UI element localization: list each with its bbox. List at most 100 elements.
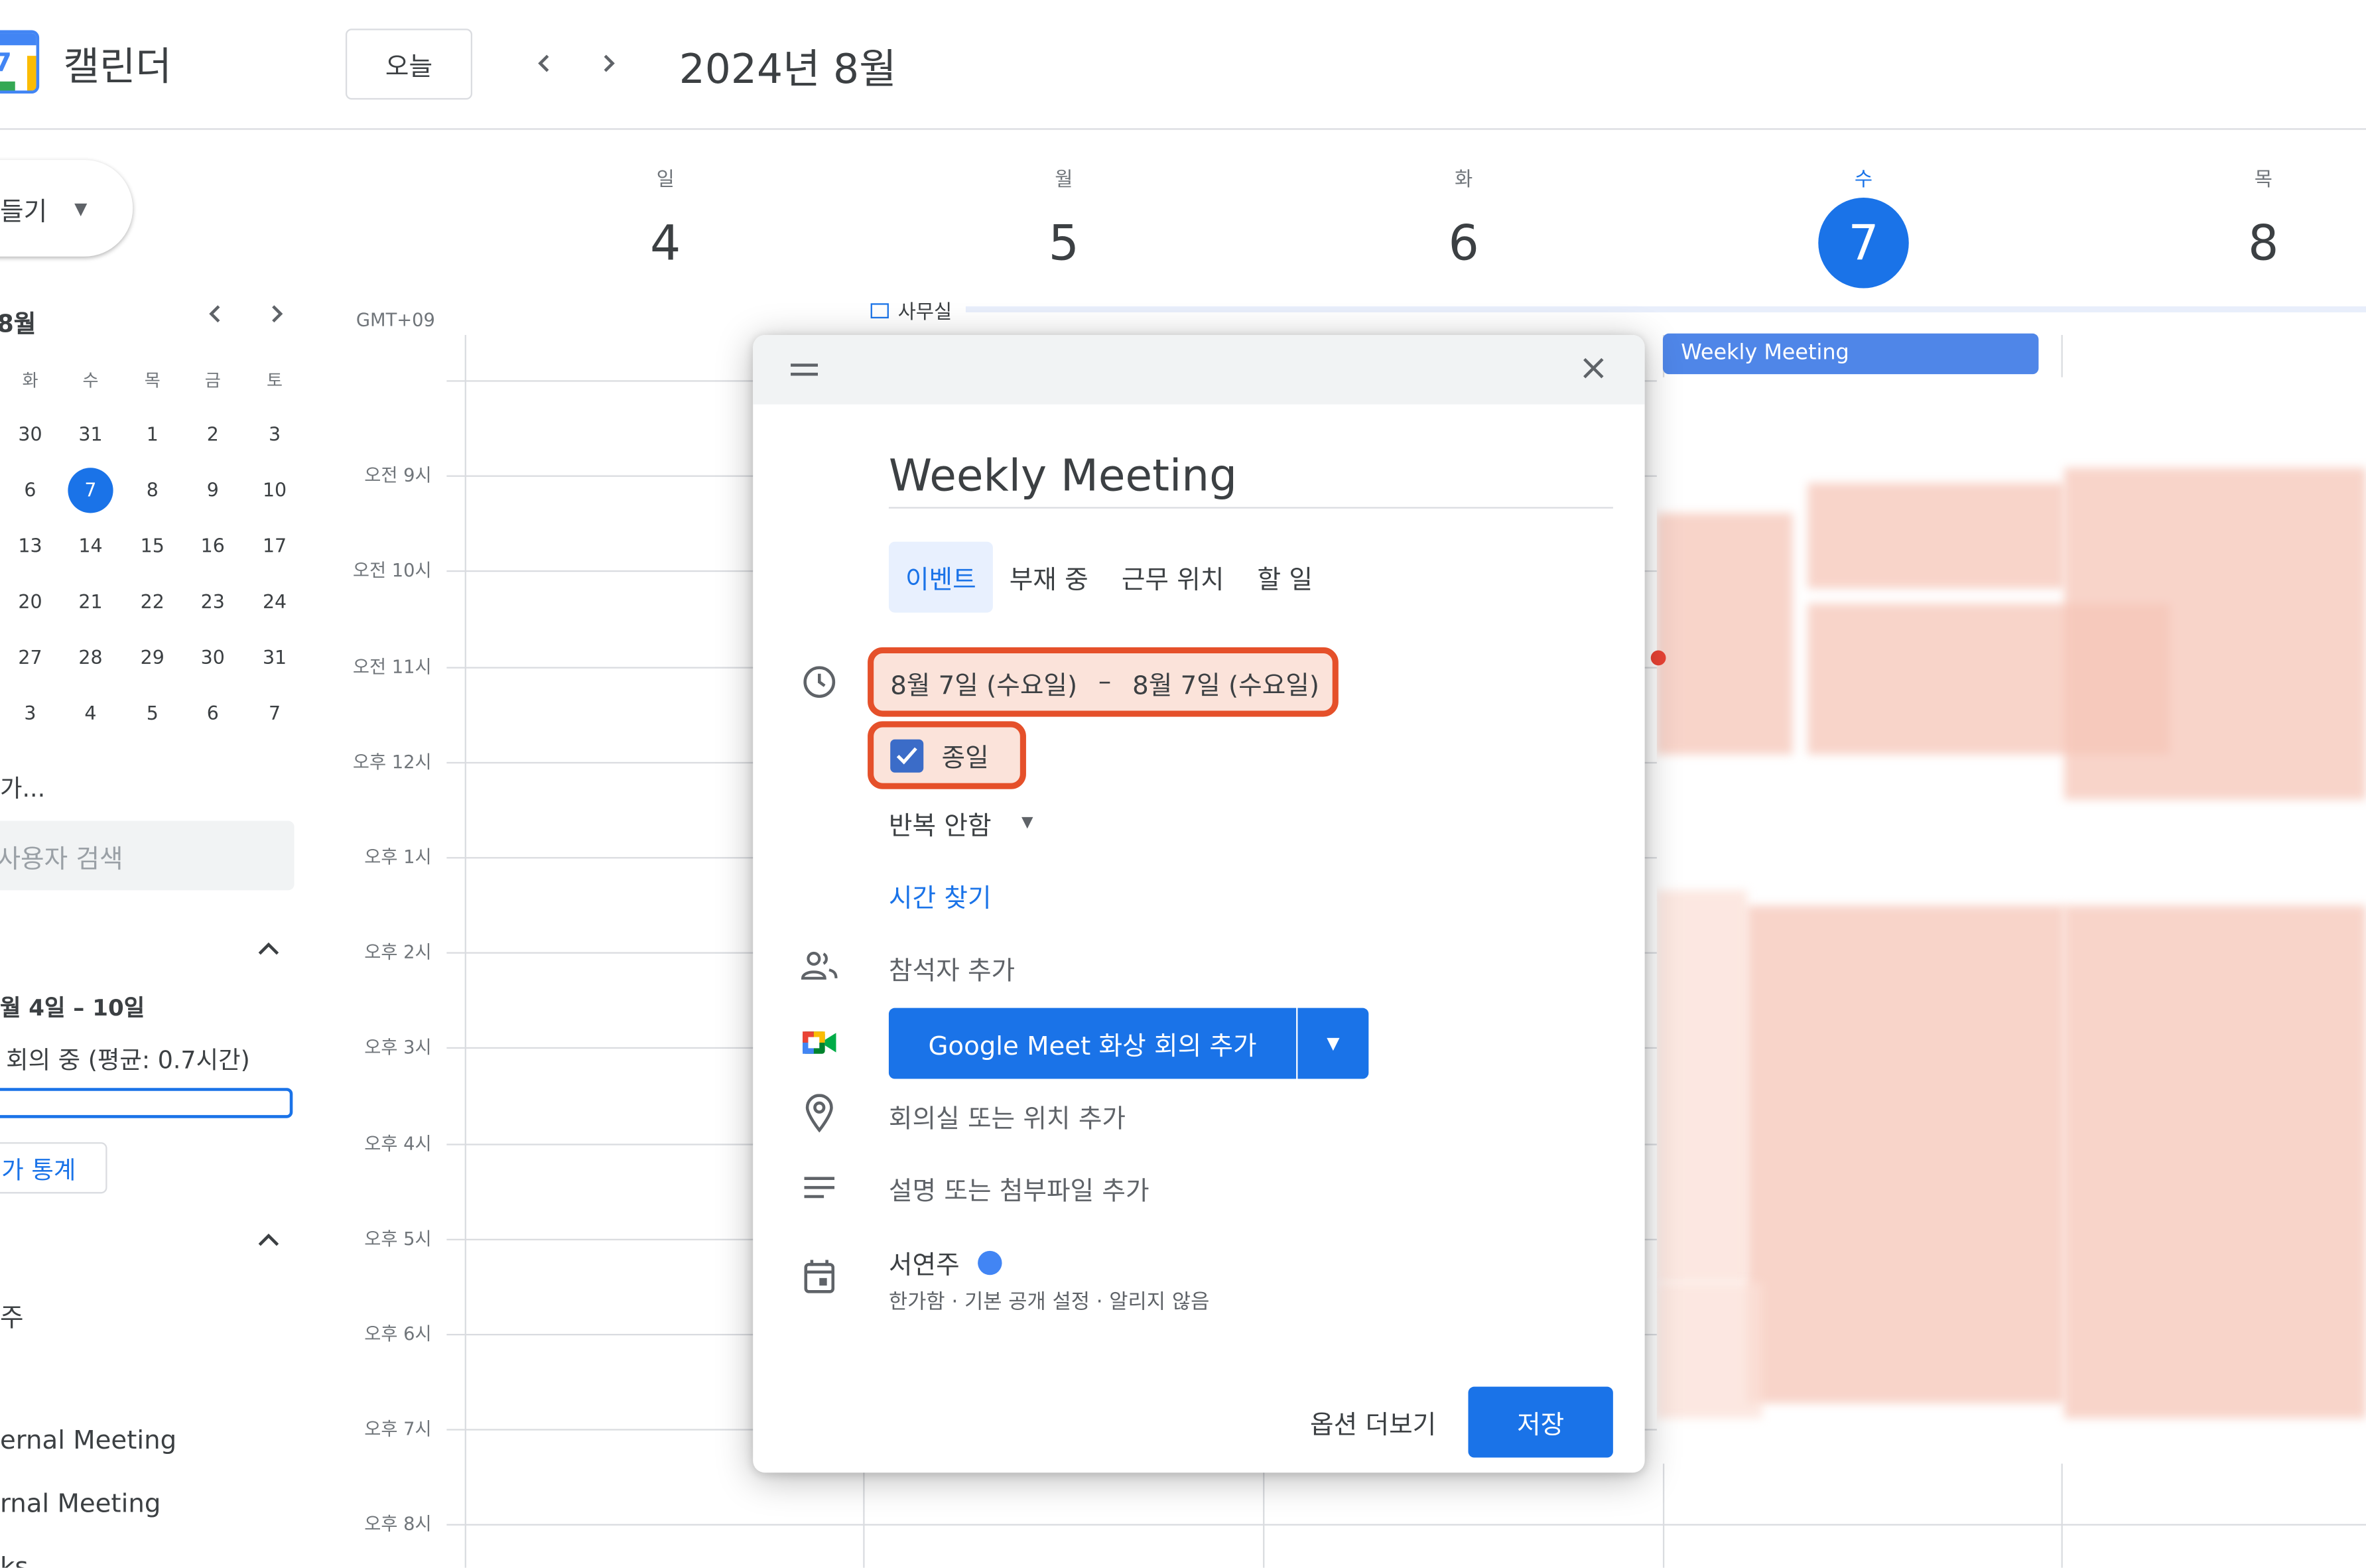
add-other-calendars[interactable]: 가...	[0, 768, 45, 805]
insights-range: 월 4일 – 10일	[0, 994, 145, 1022]
location-input[interactable]: 회의실 또는 위치 추가	[889, 1097, 1126, 1134]
calendar-owner[interactable]: 서연주	[889, 1244, 1002, 1281]
repeat-dropdown[interactable]: 반복 안함 ▼	[889, 805, 1033, 842]
day-number[interactable]: 7	[1818, 198, 1909, 289]
tab-3[interactable]: 할 일	[1240, 542, 1329, 613]
more-options-button[interactable]: 옵션 더보기	[1293, 1387, 1453, 1457]
mini-weekday-header: 목	[144, 369, 161, 391]
mini-day[interactable]: 7	[252, 691, 297, 736]
hour-label: 오후 3시	[364, 1036, 432, 1058]
hour-label: 오후 4시	[364, 1133, 432, 1155]
mini-day[interactable]: 21	[68, 580, 113, 625]
mini-day[interactable]: 5	[130, 691, 175, 736]
mini-day[interactable]: 16	[190, 523, 235, 568]
mini-day[interactable]: 3	[7, 691, 52, 736]
mini-prev-icon[interactable]	[207, 300, 225, 332]
calendar-list-item[interactable]: ernal Meeting	[0, 1426, 176, 1456]
mini-next-icon[interactable]	[267, 300, 285, 332]
chevron-right-icon[interactable]	[587, 42, 629, 85]
hour-label: 오후 7시	[364, 1418, 432, 1440]
mini-day[interactable]: 7	[68, 468, 113, 513]
close-icon[interactable]	[1575, 350, 1612, 387]
mini-day[interactable]: 1	[130, 412, 175, 457]
mini-day[interactable]: 6	[190, 691, 235, 736]
description-input[interactable]: 설명 또는 첨부파일 추가	[889, 1169, 1150, 1207]
day-number[interactable]: 6	[1404, 198, 1524, 288]
calendar-logo-icon[interactable]: 7	[0, 30, 40, 94]
more-stats-button[interactable]: 가 통계	[0, 1142, 107, 1194]
mini-day[interactable]: 15	[130, 523, 175, 568]
all-day-checkbox[interactable]	[890, 738, 924, 772]
mini-day[interactable]: 14	[68, 523, 113, 568]
guests-input[interactable]: 참석자 추가	[889, 949, 1015, 986]
search-people-input[interactable]: 사용자 검색	[0, 820, 295, 891]
timezone-label: GMT+09	[356, 309, 435, 331]
mini-day[interactable]: 31	[252, 635, 297, 681]
insights-progress-bar	[0, 1088, 293, 1118]
tab-1[interactable]: 부재 중	[993, 542, 1105, 613]
mini-day[interactable]: 2	[190, 412, 235, 457]
save-button[interactable]: 저장	[1468, 1386, 1613, 1458]
day-header[interactable]: 수7	[1804, 163, 1924, 289]
mini-day[interactable]: 28	[68, 635, 113, 681]
day-header[interactable]: 일4	[605, 163, 726, 289]
all-day-label: 종일	[941, 744, 989, 775]
mini-day[interactable]: 9	[190, 468, 235, 513]
tab-0[interactable]: 이벤트	[888, 541, 993, 613]
mini-day[interactable]: 13	[7, 523, 52, 568]
mini-day[interactable]: 10	[252, 468, 297, 513]
google-meet-button[interactable]: Google Meet 화상 회의 추가	[888, 1008, 1297, 1079]
calendar-list-item[interactable]: ks	[0, 1553, 29, 1568]
mini-day[interactable]: 23	[190, 580, 235, 625]
event-quick-create-dialog: Weekly Meeting 이벤트 부재 중 근무 위치 할 일 8월 7일 (수요…	[753, 335, 1645, 1473]
mini-day[interactable]: 29	[130, 635, 175, 681]
office-chip[interactable]: 사무실	[870, 296, 952, 324]
event-title-input[interactable]: Weekly Meeting	[888, 450, 1613, 509]
event-type-tabs: 이벤트 부재 중 근무 위치 할 일	[888, 541, 1329, 613]
create-button[interactable]: 들기 ▼	[0, 160, 133, 257]
mini-day[interactable]: 20	[7, 580, 52, 625]
chevron-up-icon[interactable]	[257, 935, 281, 964]
calendar-list-item[interactable]: 주	[0, 1296, 24, 1334]
mini-day[interactable]: 3	[252, 412, 297, 457]
hour-label: 오후 2시	[364, 941, 432, 963]
hour-label: 오후 1시	[364, 846, 432, 868]
mini-day[interactable]: 30	[190, 635, 235, 681]
hour-label: 오전 9시	[364, 464, 432, 486]
find-time-link[interactable]: 시간 찾기	[889, 877, 992, 914]
today-button[interactable]: 오늘	[345, 29, 473, 100]
end-date-button[interactable]: 8월 7일 (수요일)	[1132, 663, 1319, 700]
mini-day[interactable]: 6	[7, 468, 52, 513]
day-number[interactable]: 5	[1004, 198, 1124, 288]
mini-weekday-header: 수	[82, 369, 99, 391]
calendar-list-item[interactable]: rnal Meeting	[0, 1489, 161, 1519]
mini-day[interactable]: 27	[7, 635, 52, 681]
day-header[interactable]: 월5	[1004, 163, 1124, 289]
mini-day[interactable]: 22	[130, 580, 175, 625]
chevron-up-icon[interactable]	[257, 1226, 281, 1255]
tab-2[interactable]: 근무 위치	[1105, 542, 1241, 613]
day-of-week: 수	[1854, 168, 1873, 192]
mini-week-row: 27 28 29 30 31	[0, 635, 302, 672]
start-date-button[interactable]: 8월 7일 (수요일)	[890, 663, 1077, 700]
location-pin-icon	[801, 1094, 838, 1133]
mini-day[interactable]: 24	[252, 580, 297, 625]
chevron-left-icon[interactable]	[523, 42, 566, 85]
caret-down-icon: ▼	[74, 198, 88, 218]
event-chip-weekly-meeting[interactable]: Weekly Meeting	[1662, 333, 2039, 375]
mini-day[interactable]: 8	[130, 468, 175, 513]
mini-day[interactable]: 30	[7, 412, 52, 457]
meet-options-dropdown[interactable]: ▼	[1297, 1008, 1369, 1079]
caret-down-icon: ▼	[1021, 815, 1033, 832]
dialog-drag-bar[interactable]	[753, 335, 1645, 405]
mini-day[interactable]: 31	[68, 412, 113, 457]
day-header[interactable]: 화6	[1404, 163, 1524, 289]
mini-week-row: 13 14 15 16 17	[0, 523, 302, 560]
date-range-highlight: 8월 7일 (수요일) – 8월 7일 (수요일)	[868, 647, 1339, 717]
drag-handle-icon[interactable]	[791, 363, 818, 376]
mini-day[interactable]: 17	[252, 523, 297, 568]
day-number[interactable]: 4	[605, 198, 726, 288]
mini-day[interactable]: 4	[68, 691, 113, 736]
day-number[interactable]: 8	[2203, 198, 2324, 288]
day-header[interactable]: 목8	[2203, 163, 2324, 289]
